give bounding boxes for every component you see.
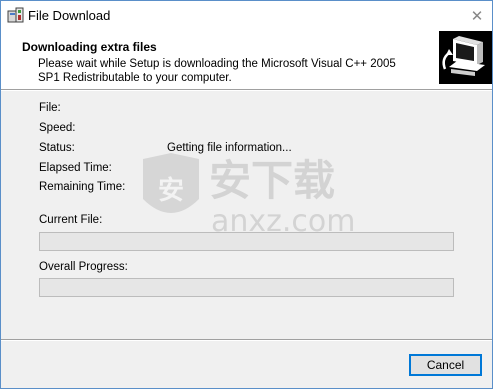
footer-divider	[1, 339, 492, 341]
header-title: Downloading extra files	[22, 40, 157, 54]
file-download-dialog: File Download ✕ Downloading extra files …	[0, 0, 493, 389]
overall-progress-bar	[39, 278, 454, 297]
cancel-button[interactable]: Cancel	[409, 354, 482, 376]
current-file-label: Current File:	[39, 214, 103, 226]
overall-progress-label: Overall Progress:	[39, 261, 128, 273]
close-icon[interactable]: ✕	[462, 1, 492, 31]
header-panel: Downloading extra files Please wait whil…	[1, 31, 492, 89]
speed-label: Speed:	[39, 122, 76, 134]
status-label: Status:	[39, 142, 75, 154]
window-title: File Download	[28, 8, 111, 23]
header-divider	[1, 89, 492, 91]
watermark-logo: 安 安下载 anxz.com	[137, 151, 367, 241]
watermark-text-cn-glyph: 安	[158, 176, 184, 206]
file-label: File:	[39, 102, 61, 114]
watermark-text-cn: 安下载	[209, 156, 335, 205]
setup-installer-icon	[7, 7, 24, 24]
remaining-time-label: Remaining Time:	[39, 181, 126, 193]
computer-download-icon	[439, 31, 492, 84]
status-value: Getting file information...	[167, 142, 292, 154]
title-bar[interactable]: File Download ✕	[1, 1, 492, 31]
current-file-progress-bar	[39, 232, 454, 251]
header-description: Please wait while Setup is downloading t…	[38, 58, 396, 84]
elapsed-time-label: Elapsed Time:	[39, 162, 112, 174]
